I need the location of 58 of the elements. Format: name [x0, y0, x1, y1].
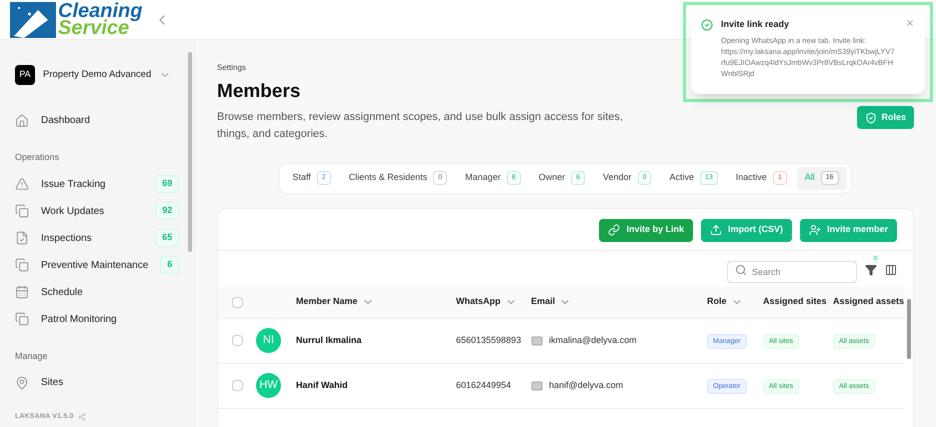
- count-badge: 6: [160, 256, 180, 274]
- member-name: Nurrul Ikmalina: [296, 334, 363, 347]
- action-icon: [710, 224, 722, 236]
- email-address: ikmalina@delyva.com: [549, 334, 637, 347]
- whatsapp-number: 60162449954: [456, 378, 512, 392]
- share-icon[interactable]: [78, 413, 86, 421]
- nav-icon: [15, 204, 29, 218]
- nav-icon: [15, 177, 29, 191]
- section-heading: Manage: [15, 350, 49, 363]
- success-icon: [701, 19, 713, 31]
- column-header[interactable]: Member Name: [296, 295, 456, 309]
- sidebar-item[interactable]: Issue Tracking 69: [15, 170, 188, 198]
- column-header[interactable]: Role: [707, 295, 763, 309]
- page-title: Members: [217, 80, 300, 104]
- action-icon: [808, 224, 821, 236]
- sidebar-item[interactable]: Preventive Maintenance 6: [15, 252, 188, 278]
- whatsapp-number: 6560135598893: [456, 334, 522, 347]
- sidebar-item[interactable]: Work Updates 92: [15, 198, 188, 224]
- action-icon: [608, 224, 620, 236]
- nav-icon: [15, 312, 29, 326]
- count-badge: 92: [155, 202, 180, 220]
- search-icon: [735, 264, 747, 276]
- nav-icon: [15, 258, 29, 272]
- logo-text: Service: [58, 20, 130, 36]
- breadcrumb: Settings: [217, 62, 246, 74]
- nav-icon: [15, 285, 29, 299]
- count-badge: 69: [155, 175, 180, 193]
- nav-icon: [15, 376, 29, 390]
- column-header[interactable]: Assigned assets: [833, 295, 905, 309]
- row-checkbox[interactable]: [232, 335, 243, 346]
- workspace-selector[interactable]: PA Property Demo Advanced: [15, 64, 188, 86]
- nav-icon: [15, 231, 29, 245]
- nav-icon: [15, 114, 29, 128]
- section-heading: Operations: [15, 151, 60, 164]
- close-icon[interactable]: [905, 18, 915, 28]
- column-header[interactable]: Email: [531, 295, 707, 309]
- email-address: hanif@delyva.com: [549, 378, 624, 392]
- member-avatar: HW: [256, 373, 281, 398]
- count-badge: 65: [155, 229, 180, 247]
- sidebar-item[interactable]: Inspections 65: [15, 224, 188, 252]
- member-name: Hanif Wahid: [296, 378, 349, 392]
- column-header[interactable]: Assigned sites: [763, 295, 833, 309]
- toast-title: Invite link ready: [721, 18, 790, 31]
- columns-icon[interactable]: [885, 264, 897, 276]
- member-avatar: NI: [256, 328, 281, 353]
- sidebar-item[interactable]: Patrol Monitoring: [15, 306, 188, 332]
- row-checkbox[interactable]: [232, 380, 243, 391]
- shield-icon: [865, 112, 878, 124]
- search-field[interactable]: Search: [727, 260, 857, 282]
- column-header[interactable]: WhatsApp: [456, 295, 531, 309]
- workspace-avatar: PA: [15, 65, 35, 85]
- logo-text: Cleaning: [58, 2, 142, 20]
- sidebar-item[interactable]: Schedule: [15, 278, 188, 306]
- select-all-checkbox[interactable]: [232, 296, 243, 308]
- sidebar-item[interactable]: Sites: [15, 369, 188, 396]
- page-description: Browse members, review assignment scopes, and use bulk assign access for sites, things, and categories.: [217, 110, 624, 142]
- filter-icon[interactable]: [865, 264, 877, 276]
- sidebar-item[interactable]: Dashboard: [15, 107, 188, 134]
